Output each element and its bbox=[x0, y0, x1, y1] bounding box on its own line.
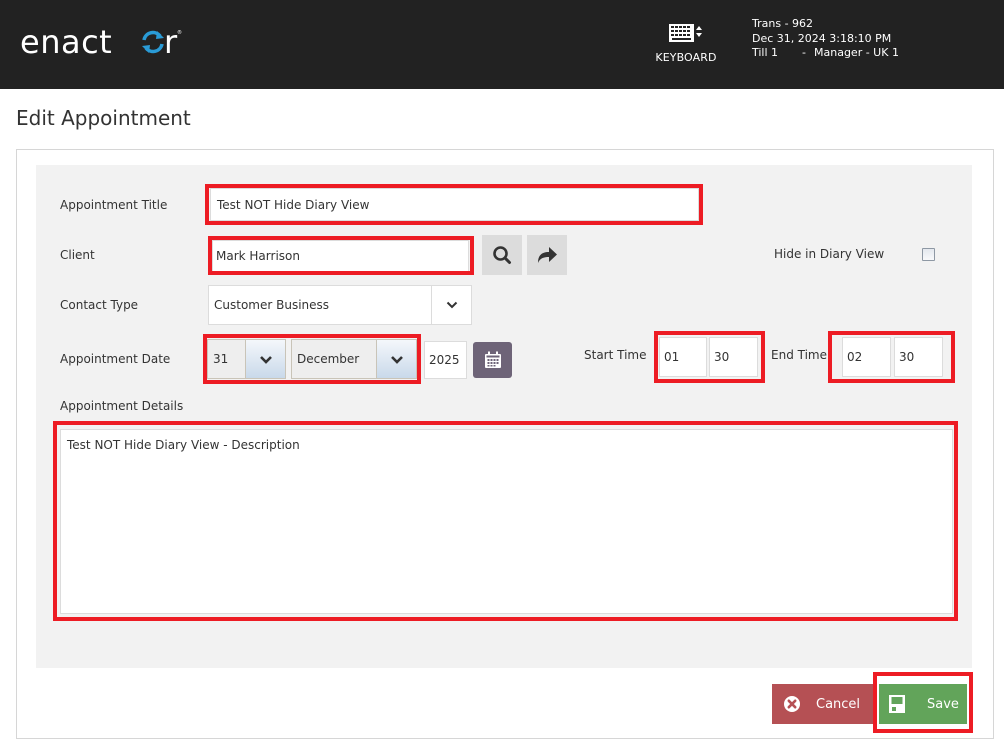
cancel-button[interactable]: Cancel bbox=[772, 684, 873, 724]
page-title: Edit Appointment bbox=[16, 106, 191, 130]
floppy-disk-icon bbox=[887, 694, 907, 714]
date-day-select[interactable]: 31 bbox=[207, 339, 286, 379]
till-user-row: Till 1 - Manager - UK 1 bbox=[752, 46, 899, 61]
appointment-details-textarea[interactable]: Test NOT Hide Diary View - Description bbox=[60, 429, 953, 614]
till-separator: - bbox=[802, 46, 806, 59]
chevron-down-icon bbox=[431, 286, 471, 324]
contact-type-select[interactable]: Customer Business bbox=[208, 285, 472, 325]
contact-type-value: Customer Business bbox=[214, 298, 330, 312]
transaction-info: Trans - 962 Dec 31, 2024 3:18:10 PM Till… bbox=[752, 17, 899, 61]
chevron-down-icon bbox=[245, 340, 285, 378]
svg-text:®: ® bbox=[177, 29, 182, 36]
till-label: Till 1 bbox=[752, 46, 779, 59]
client-input[interactable]: Mark Harrison bbox=[212, 240, 469, 272]
end-time-minute-input[interactable]: 30 bbox=[894, 337, 943, 377]
chevron-down-icon bbox=[376, 340, 416, 378]
hide-in-diary-checkbox[interactable] bbox=[922, 248, 935, 261]
app-header: enact r ® KEYBOARD Trans - 962 Dec 31, 2… bbox=[0, 0, 1004, 89]
keyboard-button[interactable]: KEYBOARD bbox=[652, 20, 720, 64]
share-arrow-icon bbox=[538, 247, 557, 263]
client-open-button[interactable] bbox=[527, 235, 567, 275]
cancel-label: Cancel bbox=[816, 696, 861, 712]
date-day-value: 31 bbox=[213, 352, 229, 366]
enactor-logo: enact r ® bbox=[20, 22, 182, 62]
appointment-title-input[interactable]: Test NOT Hide Diary View bbox=[210, 188, 699, 221]
transaction-number: Trans - 962 bbox=[752, 17, 814, 30]
appointment-details-label: Appointment Details bbox=[60, 399, 184, 413]
start-time-minute-input[interactable]: 30 bbox=[709, 337, 758, 377]
keyboard-label: KEYBOARD bbox=[655, 51, 717, 64]
user-label: Manager - UK 1 bbox=[814, 46, 899, 59]
appointment-date-label: Appointment Date bbox=[60, 352, 171, 366]
contact-type-label: Contact Type bbox=[60, 298, 139, 312]
client-search-button[interactable] bbox=[482, 235, 522, 275]
calendar-button[interactable] bbox=[473, 342, 512, 378]
svg-text:enact: enact bbox=[20, 24, 112, 60]
date-month-value: December bbox=[297, 352, 360, 366]
save-label: Save bbox=[927, 696, 959, 712]
close-circle-icon bbox=[782, 694, 802, 714]
search-icon bbox=[493, 246, 511, 264]
date-year-input[interactable]: 2025 bbox=[424, 341, 467, 379]
start-time-hour-input[interactable]: 01 bbox=[659, 337, 707, 377]
transaction-datetime: Dec 31, 2024 3:18:10 PM bbox=[752, 31, 892, 45]
end-time-hour-input[interactable]: 02 bbox=[842, 337, 891, 377]
svg-text:r: r bbox=[164, 24, 178, 60]
calendar-icon bbox=[484, 351, 501, 368]
hide-in-diary-label: Hide in Diary View bbox=[774, 247, 885, 261]
date-month-select[interactable]: December bbox=[291, 339, 417, 379]
start-time-label: Start Time bbox=[584, 348, 647, 362]
keyboard-icon bbox=[652, 20, 720, 46]
appointment-title-label: Appointment Title bbox=[60, 198, 168, 212]
end-time-label: End Time bbox=[771, 348, 827, 362]
client-label: Client bbox=[60, 248, 95, 262]
save-button[interactable]: Save bbox=[879, 684, 967, 724]
